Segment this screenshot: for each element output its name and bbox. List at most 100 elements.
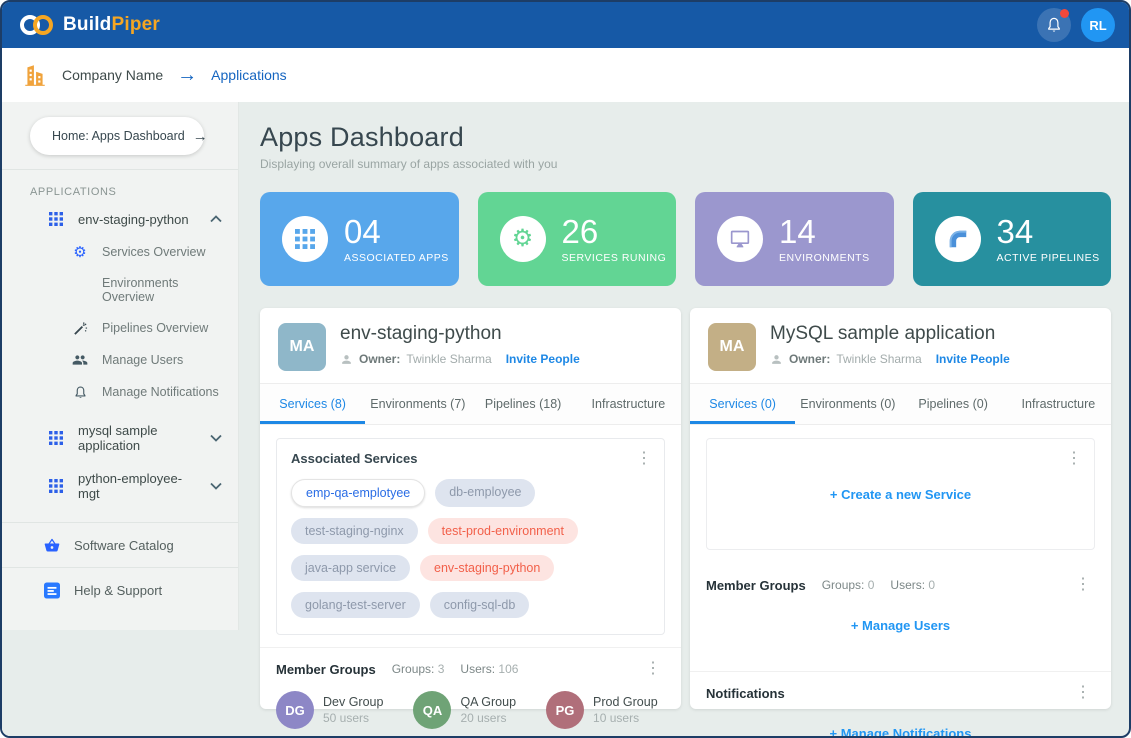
sidebar-subitem-label: Manage Users (102, 353, 183, 367)
sidebar-item-manage-users[interactable]: Manage Users (2, 344, 238, 376)
kebab-menu-icon[interactable]: ⋮ (641, 659, 665, 679)
sidebar-empty-area (2, 630, 239, 736)
notifications-bell-button[interactable] (1037, 8, 1071, 42)
service-chip[interactable]: test-staging-nginx (291, 518, 418, 544)
monitor-icon (717, 216, 763, 262)
stat-associated-apps[interactable]: 04 ASSOCIATED APPS (260, 192, 459, 286)
group-name: Prod Group (593, 695, 658, 709)
service-chips: emp-qa-emplotyee db-employee test-stagin… (291, 479, 650, 618)
group-name: Dev Group (323, 695, 383, 709)
card-header: MA MySQL sample application Owner: Twink… (690, 308, 1111, 383)
group-prod[interactable]: PG Prod Group 10 users (546, 691, 658, 729)
service-chip[interactable]: db-employee (435, 479, 535, 507)
service-chip[interactable]: config-sql-db (430, 592, 530, 618)
page-subtitle: Displaying overall summary of apps assoc… (260, 157, 1111, 171)
stat-label: SERVICES RUNING (562, 252, 667, 264)
associated-services-title: Associated Services (291, 451, 650, 466)
sidebar-item-env-staging-python[interactable]: env-staging-python (2, 202, 238, 236)
member-groups-title: Member Groups (276, 662, 376, 677)
brand-name: BuildPiper (63, 14, 160, 36)
bell-outline-icon (72, 384, 88, 400)
home-apps-dashboard-button[interactable]: Home: Apps Dashboard → (30, 117, 204, 155)
help-doc-icon (44, 582, 60, 598)
service-chip[interactable]: java-app service (291, 555, 410, 581)
users-count: Users: 106 (460, 662, 518, 676)
sidebar-item-pipelines-overview[interactable]: Pipelines Overview (2, 312, 238, 344)
group-dev[interactable]: DG Dev Group50 users (276, 691, 383, 729)
stat-value: 04 (344, 215, 449, 248)
associated-services-panel: Associated Services ⋮ emp-qa-emplotyee d… (276, 438, 665, 635)
tab-environments[interactable]: Environments (7) (365, 384, 470, 424)
kebab-menu-icon[interactable]: ⋮ (632, 449, 656, 469)
sidebar-item-python-employee-mgt[interactable]: python-employee-mgt (2, 462, 238, 510)
buildpiper-logo-icon[interactable] (20, 15, 53, 35)
applications-section-label: APPLICATIONS (30, 186, 238, 198)
user-avatar[interactable]: RL (1081, 8, 1115, 42)
gear-icon: ⚙ (72, 244, 88, 260)
app-avatar: MA (708, 323, 756, 371)
breadcrumb-arrow-icon: → (177, 64, 197, 87)
group-qa[interactable]: QA QA Group20 users (413, 691, 516, 729)
wand-icon (72, 320, 88, 336)
sidebar: Home: Apps Dashboard → APPLICATIONS env-… (2, 102, 239, 736)
kebab-menu-icon[interactable]: ⋮ (1062, 449, 1086, 469)
person-icon (340, 353, 353, 366)
kebab-menu-icon[interactable]: ⋮ (1071, 683, 1095, 703)
sidebar-item-help-support[interactable]: Help & Support (2, 568, 238, 612)
member-groups-section: Member Groups Groups: 3 Users: 106 ⋮ DG … (260, 647, 681, 738)
tab-services[interactable]: Services (0) (690, 384, 795, 424)
home-arrow-icon: → (193, 128, 208, 145)
tab-infrastructure[interactable]: Infrastructure (1006, 384, 1111, 424)
breadcrumb-company[interactable]: Company Name (62, 67, 163, 83)
owner-name: Twinkle Sharma (836, 352, 921, 366)
owner-label: Owner: (359, 352, 400, 366)
notifications-title: Notifications (706, 686, 785, 701)
kebab-menu-icon[interactable]: ⋮ (1071, 575, 1095, 595)
service-chip[interactable]: golang-test-server (291, 592, 420, 618)
service-chip[interactable]: env-staging-python (420, 555, 554, 581)
app-card-env-staging-python: MA env-staging-python Owner: Twinkle Sha… (260, 308, 681, 709)
sidebar-subitem-label: Manage Notifications (102, 385, 219, 399)
sidebar-item-software-catalog[interactable]: Software Catalog (2, 523, 238, 567)
service-chip[interactable]: emp-qa-emplotyee (291, 479, 425, 507)
create-service-link[interactable]: + Create a new Service (830, 487, 971, 502)
sidebar-item-services-overview[interactable]: ⚙ Services Overview (2, 236, 238, 268)
app-window: BuildPiper RL Company Name → Application… (0, 0, 1131, 738)
sidebar-item-mysql-sample-application[interactable]: mysql sample application (2, 414, 238, 462)
groups-count: Groups: 3 (392, 662, 445, 676)
bell-icon (1045, 16, 1063, 34)
stat-active-pipelines[interactable]: 34 ACTIVE PIPELINES (913, 192, 1112, 286)
home-pill-label: Home: Apps Dashboard (52, 129, 185, 143)
sidebar-item-manage-notifications[interactable]: Manage Notifications (2, 376, 238, 408)
breadcrumb-applications[interactable]: Applications (211, 67, 287, 83)
chevron-down-icon[interactable] (210, 482, 222, 490)
group-name: QA Group (460, 695, 516, 709)
sidebar-item-environments-overview[interactable]: Environments Overview (2, 268, 238, 312)
group-avatar: QA (413, 691, 451, 729)
stat-services-running[interactable]: ⚙ 26 SERVICES RUNING (478, 192, 677, 286)
invite-people-link[interactable]: Invite People (936, 352, 1010, 366)
tab-environments[interactable]: Environments (0) (795, 384, 900, 424)
app-card-title[interactable]: MySQL sample application (770, 323, 1010, 345)
people-icon (72, 352, 88, 368)
tab-services[interactable]: Services (8) (260, 384, 365, 424)
app-grid-icon (48, 478, 64, 494)
brand-build: Build (63, 14, 112, 35)
tab-infrastructure[interactable]: Infrastructure (576, 384, 681, 424)
app-card-title[interactable]: env-staging-python (340, 323, 580, 345)
manage-users-link[interactable]: + Manage Users (851, 618, 950, 633)
invite-people-link[interactable]: Invite People (506, 352, 580, 366)
notifications-section: Notifications ⋮ + Manage Notifications (690, 671, 1111, 738)
chevron-up-icon[interactable] (210, 215, 222, 223)
chevron-down-icon[interactable] (210, 434, 222, 442)
manage-notifications-link[interactable]: + Manage Notifications (830, 726, 972, 738)
stat-label: ASSOCIATED APPS (344, 252, 449, 264)
brand-piper: Piper (112, 14, 161, 35)
tab-pipelines[interactable]: Pipelines (0) (901, 384, 1006, 424)
group-avatar: PG (546, 691, 584, 729)
grid-icon (282, 216, 328, 262)
stat-environments[interactable]: 14 ENVIRONMENTS (695, 192, 894, 286)
group-users: 10 users (593, 711, 658, 725)
service-chip[interactable]: test-prod-environment (428, 518, 578, 544)
tab-pipelines[interactable]: Pipelines (18) (471, 384, 576, 424)
